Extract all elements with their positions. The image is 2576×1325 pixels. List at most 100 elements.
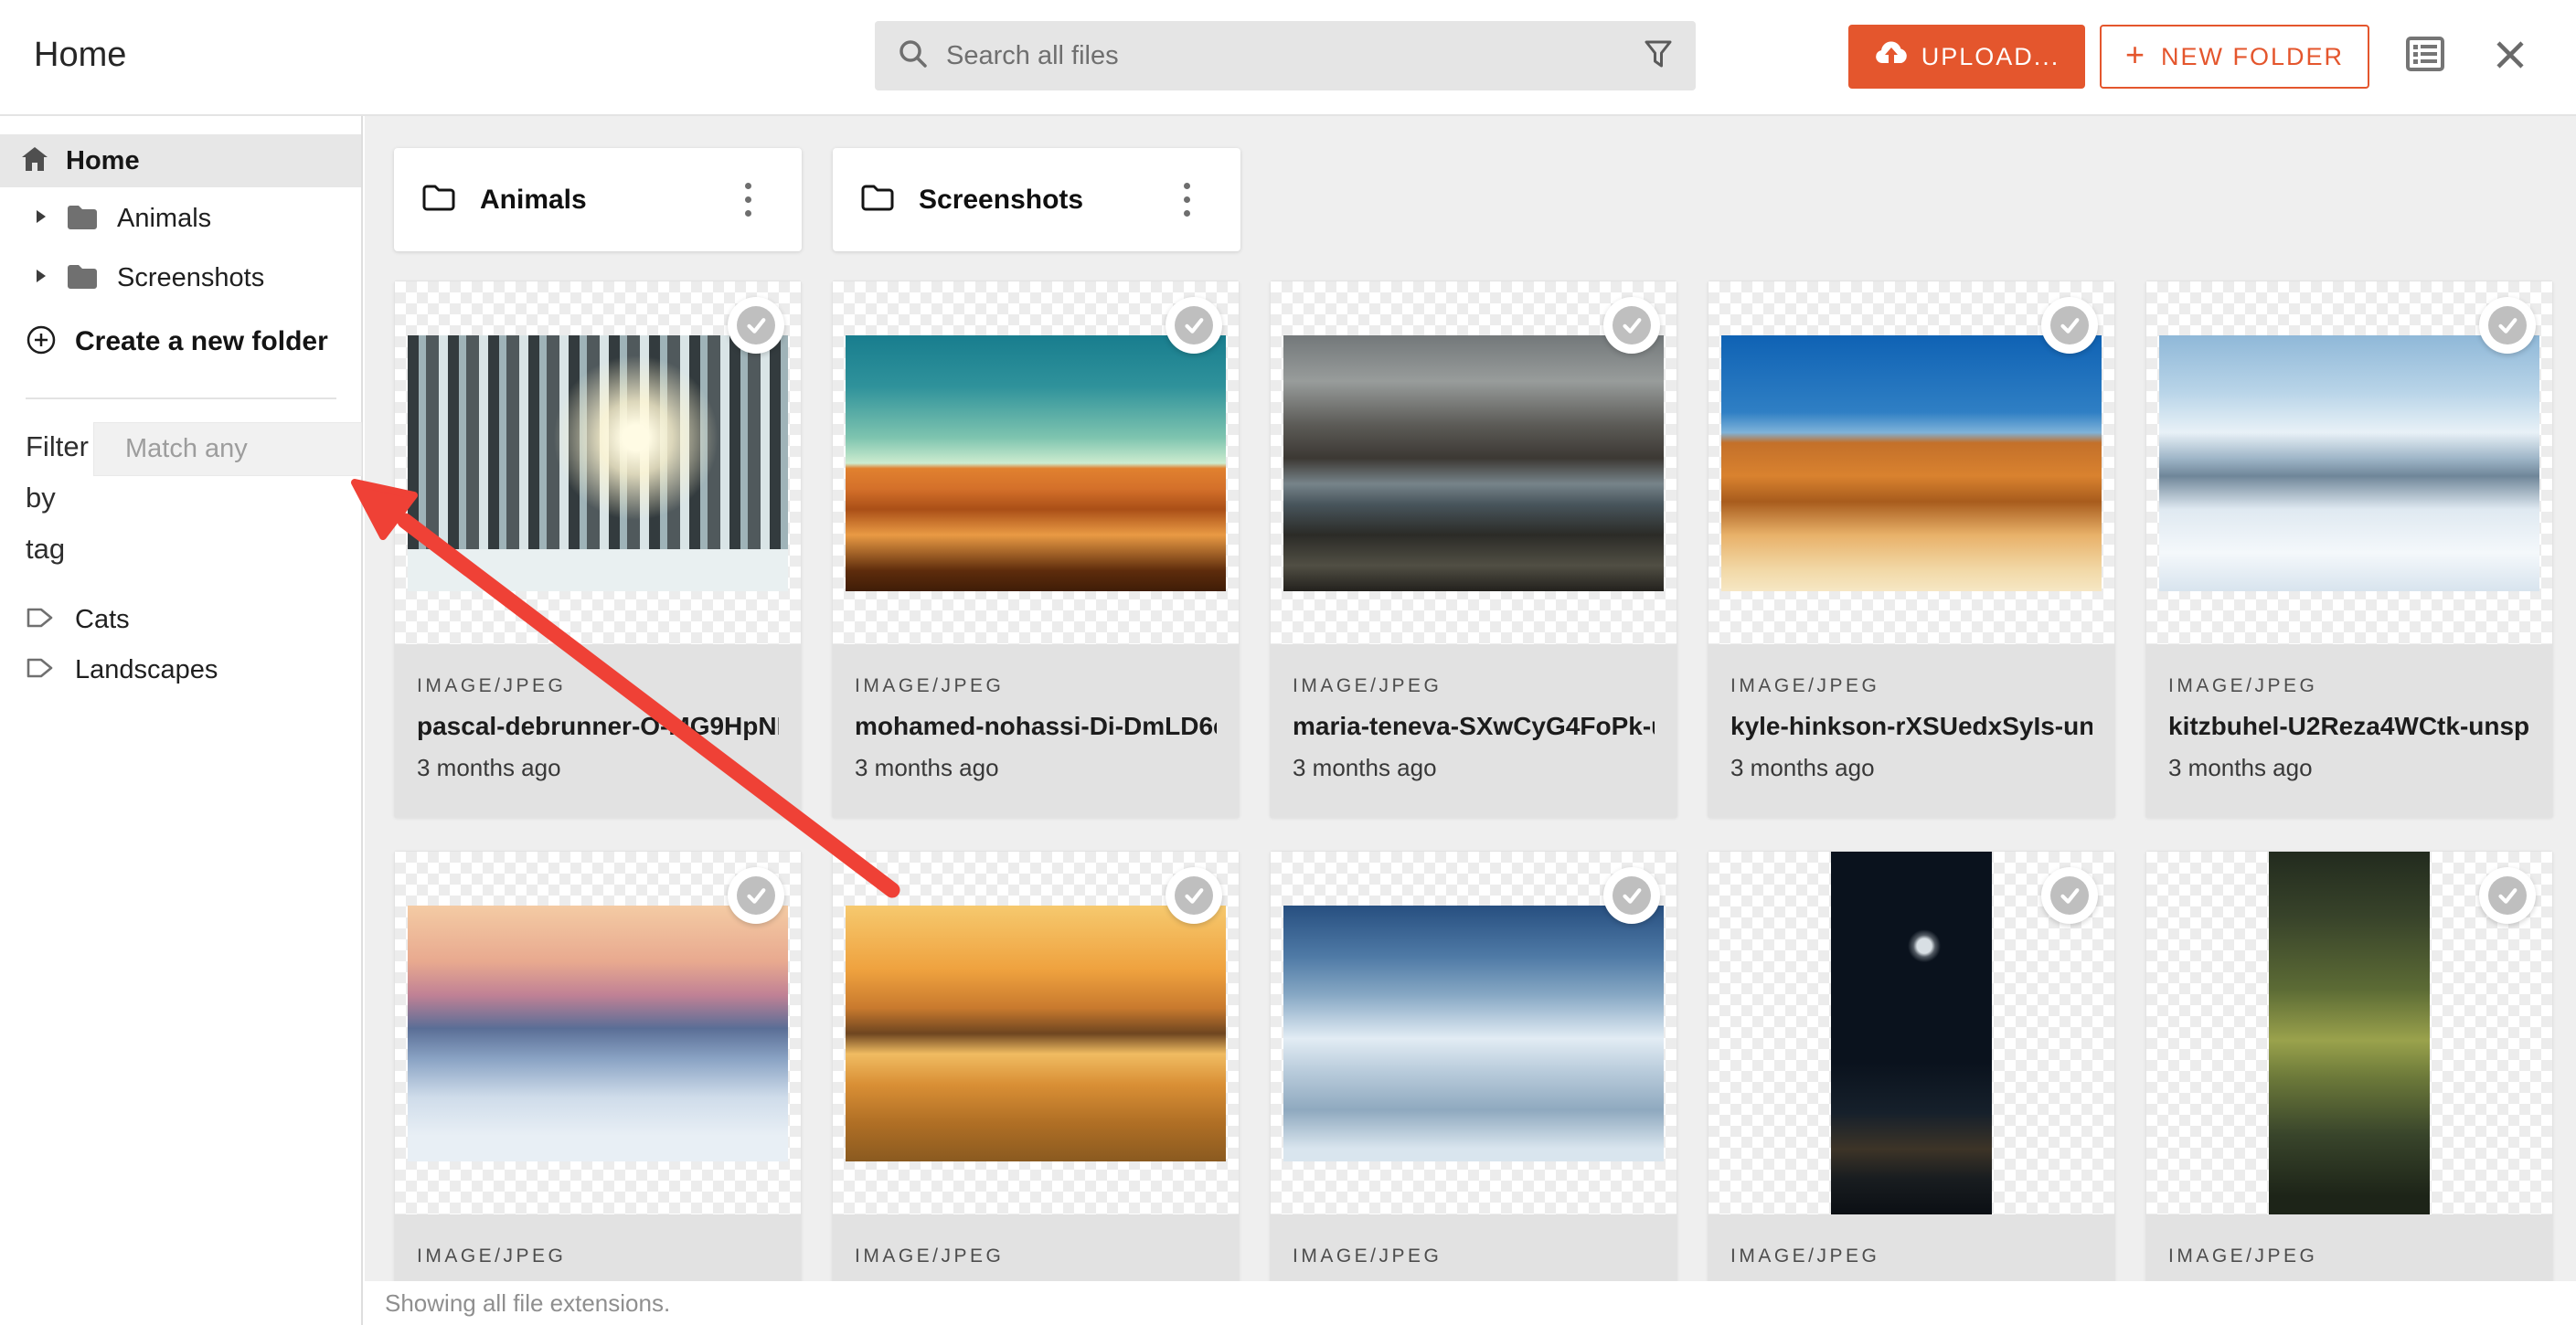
circle-plus-icon: [26, 324, 57, 360]
file-card[interactable]: IMAGE/JPEG mohamed-nohassi-Di-DmLD6cW8..…: [832, 281, 1240, 818]
header: Home UPLOAD... + NEW FOLDER: [0, 0, 2576, 116]
new-folder-button-label: NEW FOLDER: [2161, 43, 2344, 71]
select-checkbox[interactable]: [728, 297, 784, 354]
file-card[interactable]: IMAGE/JPEG maria-teneva-SXwCyG4FoPk-uns.…: [1270, 281, 1677, 818]
file-type: IMAGE/JPEG: [417, 675, 779, 697]
file-date: 3 months ago: [1293, 754, 1655, 782]
folder-card-animals[interactable]: Animals: [394, 148, 802, 251]
file-type: IMAGE/JPEG: [855, 1246, 1217, 1267]
search-bar[interactable]: [875, 21, 1696, 90]
caret-right-icon[interactable]: [35, 208, 48, 229]
file-date: 3 months ago: [2168, 754, 2530, 782]
check-icon: [1613, 306, 1651, 344]
check-icon: [1175, 876, 1213, 915]
file-type: IMAGE/JPEG: [1293, 675, 1655, 697]
file-type: IMAGE/JPEG: [855, 675, 1217, 697]
sidebar-item-home[interactable]: Home: [0, 134, 361, 187]
file-card[interactable]: IMAGE/JPEG: [2145, 851, 2553, 1325]
file-card[interactable]: IMAGE/JPEG: [394, 851, 802, 1325]
select-checkbox[interactable]: [1166, 867, 1222, 924]
sidebar-folder-label: Screenshots: [117, 263, 264, 293]
plus-icon: +: [2125, 38, 2146, 71]
home-icon: [20, 145, 49, 177]
select-checkbox[interactable]: [1603, 867, 1660, 924]
select-checkbox[interactable]: [2041, 867, 2098, 924]
search-input[interactable]: [946, 28, 1643, 83]
thumbnail: [2146, 852, 2552, 1214]
file-meta: IMAGE/JPEG maria-teneva-SXwCyG4FoPk-uns.…: [1271, 644, 1677, 817]
file-name: kitzbuhel-U2Reza4WCtk-unsplas...: [2168, 712, 2530, 741]
filter-funnel-icon[interactable]: [1643, 38, 1674, 74]
file-card[interactable]: IMAGE/JPEG: [1708, 851, 2115, 1325]
thumbnail: [1708, 281, 2114, 644]
folder-outline-icon: [860, 183, 895, 217]
close-icon: [2494, 38, 2527, 71]
thumbnail-photo-golden-coast: [846, 906, 1226, 1161]
sidebar-folder-screenshots[interactable]: Screenshots: [0, 250, 361, 305]
check-icon: [1613, 876, 1651, 915]
tag-item-cats[interactable]: Cats: [0, 592, 361, 647]
file-card[interactable]: IMAGE/JPEG: [832, 851, 1240, 1325]
file-meta: IMAGE/JPEG kyle-hinkson-rXSUedxSyIs-unsp…: [1708, 644, 2114, 817]
create-new-folder-button[interactable]: Create a new folder: [0, 314, 361, 369]
select-checkbox[interactable]: [1603, 297, 1660, 354]
tag-match-select[interactable]: Match any: [93, 422, 362, 476]
select-checkbox[interactable]: [728, 867, 784, 924]
thumbnail: [1271, 281, 1677, 644]
thumbnail: [833, 281, 1239, 644]
check-icon: [737, 876, 775, 915]
check-icon: [2050, 876, 2089, 915]
file-type: IMAGE/JPEG: [417, 1246, 779, 1267]
folder-menu-kebab-icon[interactable]: [1184, 183, 1191, 217]
file-meta: IMAGE/JPEG pascal-debrunner-O-MG9HpNKgI.…: [395, 644, 801, 817]
thumbnail-photo-dead-vlei: [1721, 335, 2102, 591]
folder-card-screenshots[interactable]: Screenshots: [833, 148, 1240, 251]
thumbnail-photo-moon-night: [1831, 852, 1992, 1214]
folder-icon: [66, 203, 99, 234]
status-bar: Showing all file extensions.: [365, 1281, 2576, 1325]
file-card[interactable]: IMAGE/JPEG kitzbuhel-U2Reza4WCtk-unsplas…: [2145, 281, 2553, 818]
thumbnail: [2146, 281, 2552, 644]
file-card[interactable]: IMAGE/JPEG: [1270, 851, 1677, 1325]
thumbnail-photo-forest-tree: [2269, 852, 2430, 1214]
check-icon: [2488, 306, 2527, 344]
file-grid: IMAGE/JPEG pascal-debrunner-O-MG9HpNKgI.…: [394, 281, 2576, 1325]
select-checkbox[interactable]: [2041, 297, 2098, 354]
check-icon: [737, 306, 775, 344]
file-meta: IMAGE/JPEG mohamed-nohassi-Di-DmLD6cW8..…: [833, 644, 1239, 817]
folder-card-name: Screenshots: [919, 185, 1184, 216]
select-checkbox[interactable]: [1166, 297, 1222, 354]
close-button[interactable]: [2494, 38, 2527, 74]
sidebar-folder-animals[interactable]: Animals: [0, 191, 361, 246]
new-folder-button[interactable]: + NEW FOLDER: [2100, 25, 2369, 89]
thumbnail: [1271, 852, 1677, 1214]
file-date: 3 months ago: [417, 754, 779, 782]
select-checkbox[interactable]: [2479, 297, 2536, 354]
thumbnail-photo-fjord: [1283, 335, 1664, 591]
sidebar: Home Animals Screenshots Create a new fo…: [0, 116, 363, 1325]
file-card[interactable]: IMAGE/JPEG pascal-debrunner-O-MG9HpNKgI.…: [394, 281, 802, 818]
file-date: 3 months ago: [855, 754, 1217, 782]
search-icon: [897, 37, 930, 75]
tag-icon: [26, 606, 55, 634]
file-name: kyle-hinkson-rXSUedxSyIs-unspl...: [1730, 712, 2092, 741]
check-icon: [1175, 306, 1213, 344]
upload-button[interactable]: UPLOAD...: [1848, 25, 2085, 89]
tag-label: Landscapes: [75, 655, 218, 685]
folder-cards-row: Animals Screenshots: [394, 148, 2576, 251]
file-date: 3 months ago: [1730, 754, 2092, 782]
tag-label: Cats: [75, 605, 130, 635]
caret-right-icon[interactable]: [35, 268, 48, 289]
thumbnail-photo-snow-forest: [408, 335, 788, 591]
file-card[interactable]: IMAGE/JPEG kyle-hinkson-rXSUedxSyIs-unsp…: [1708, 281, 2115, 818]
tag-item-landscapes[interactable]: Landscapes: [0, 642, 361, 697]
sidebar-home-label: Home: [66, 146, 140, 176]
file-name: mohamed-nohassi-Di-DmLD6cW8...: [855, 712, 1217, 741]
list-view-toggle-button[interactable]: [2406, 37, 2444, 74]
sidebar-divider: [26, 398, 336, 399]
select-checkbox[interactable]: [2479, 867, 2536, 924]
check-icon: [2488, 876, 2527, 915]
folder-menu-kebab-icon[interactable]: [745, 183, 752, 217]
file-name: pascal-debrunner-O-MG9HpNKgI...: [417, 712, 779, 741]
thumbnail: [833, 852, 1239, 1214]
